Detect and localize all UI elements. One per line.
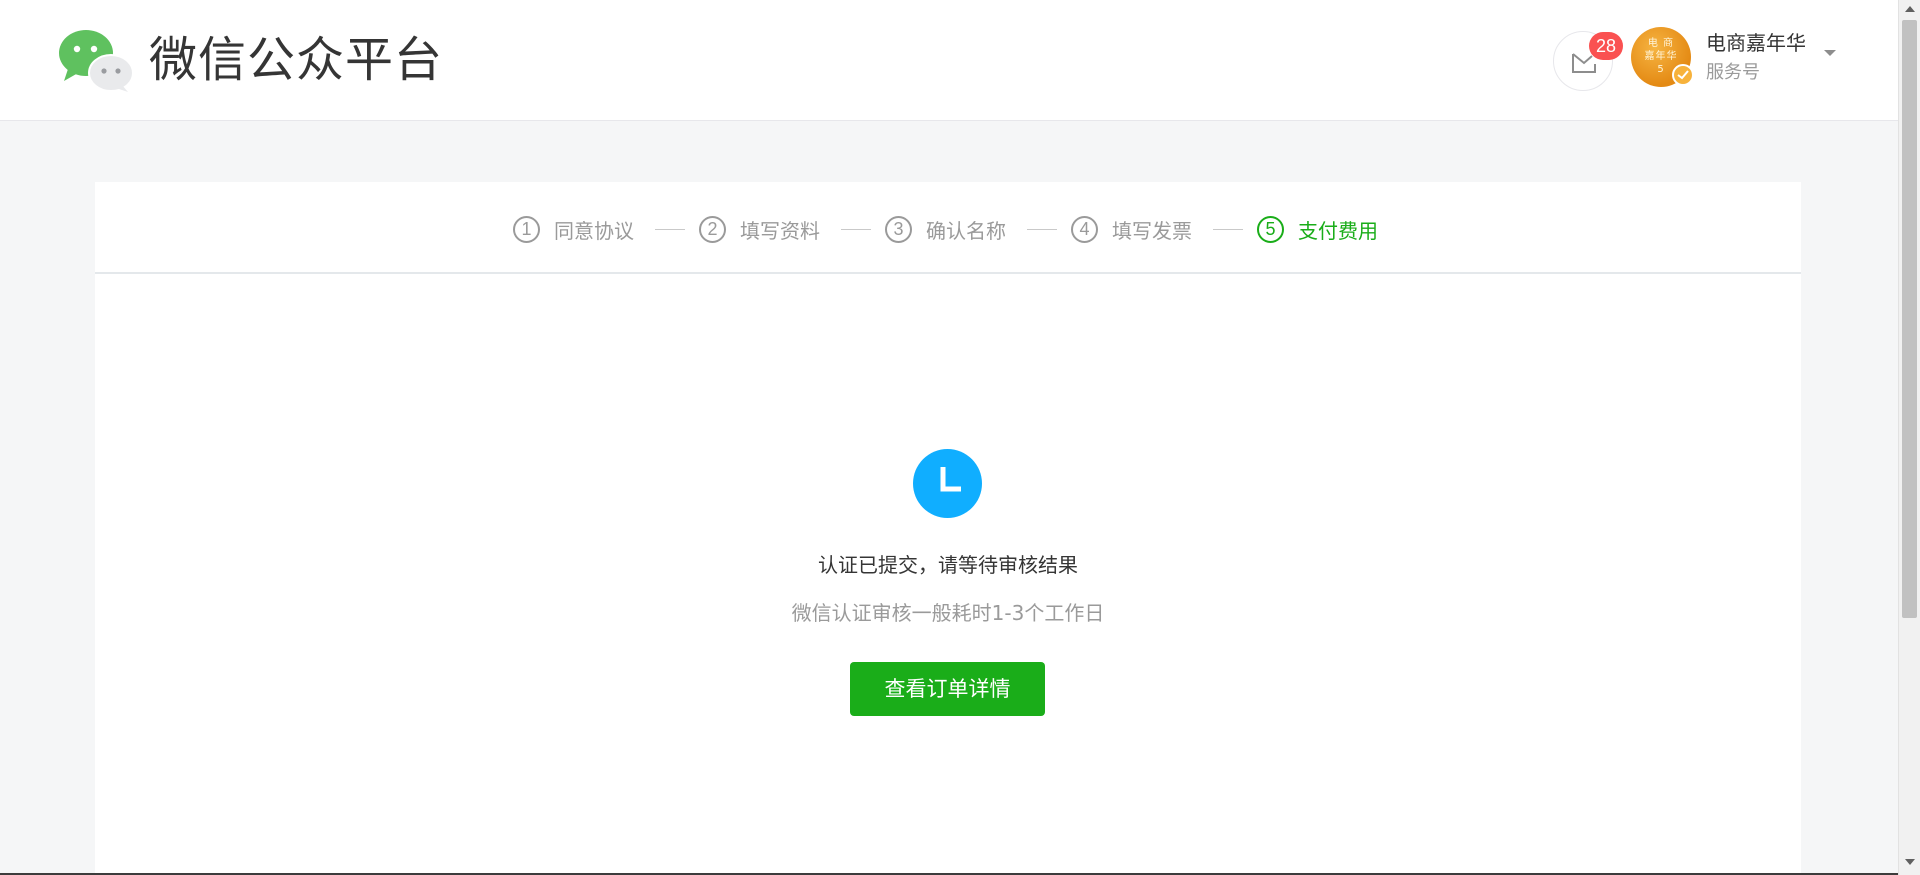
step-number: 3 [885,215,912,243]
step-separator [841,229,871,230]
view-order-details-button[interactable]: 查看订单详情 [850,662,1045,716]
step-label: 填写发票 [1112,218,1192,243]
step-separator [1027,229,1057,230]
step-5: 5 支付费用 [1257,214,1378,244]
wechat-logo-icon[interactable] [58,29,134,93]
verification-card: 1 同意协议 2 填写资料 3 确认名称 4 填写发票 5 支付费用 [95,182,1801,875]
caret-down-icon[interactable] [1824,50,1836,56]
step-progress-bar: 1 同意协议 2 填写资料 3 确认名称 4 填写发票 5 支付费用 [95,182,1801,274]
step-number: 2 [699,215,726,243]
step-label: 填写资料 [740,218,820,243]
result-description: 微信认证审核一般耗时1-3个工作日 [791,601,1105,625]
step-number: 4 [1071,215,1098,243]
scroll-up-arrow-icon[interactable] [1905,6,1915,12]
step-4: 4 填写发票 [1071,214,1192,244]
scroll-down-arrow-icon[interactable] [1905,859,1915,865]
brand-title[interactable]: 微信公众平台 [149,30,443,90]
step-label: 同意协议 [554,218,634,243]
account-type: 服务号 [1706,62,1760,83]
verified-check-icon [1672,64,1694,86]
vertical-scrollbar[interactable] [1898,0,1920,875]
account-name[interactable]: 电商嘉年华 [1706,30,1806,56]
step-label: 支付费用 [1298,218,1378,243]
step-3: 3 确认名称 [885,214,1006,244]
step-number: 1 [513,215,540,243]
step-2: 2 填写资料 [699,214,820,244]
step-separator [1213,229,1243,230]
result-title: 认证已提交，请等待审核结果 [818,553,1078,577]
step-label: 确认名称 [926,218,1006,243]
scroll-thumb[interactable] [1902,20,1917,618]
step-1: 1 同意协议 [513,214,634,244]
step-number: 5 [1257,215,1284,243]
clock-icon [913,449,982,518]
message-count-badge: 28 [1589,32,1623,60]
top-header: 微信公众平台 28 电 商 嘉年华 5 电商嘉年华 服务号 [0,0,1898,121]
step-separator [655,229,685,230]
